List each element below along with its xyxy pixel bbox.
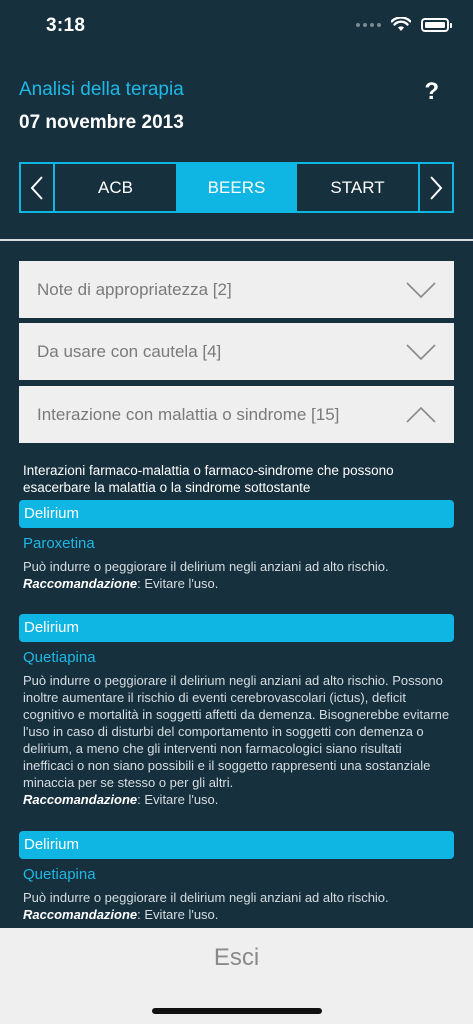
accordion-note-appropriatezza[interactable]: Note di appropriatezza [2] [19, 261, 454, 318]
wifi-icon [391, 17, 411, 31]
accordion-label: Da usare con cautela [4] [37, 341, 222, 361]
recommendation-text: : Evitare l'uso. [137, 907, 219, 922]
recommendation-label: Raccomandazione [23, 792, 138, 807]
page-title: Analisi della terapia [19, 79, 184, 100]
accordion-label: Interazione con malattia o sindrome [15] [37, 404, 340, 424]
drug-name: Quetiapina [23, 866, 96, 883]
chevron-down-icon [406, 281, 436, 298]
next-tab-button[interactable] [418, 164, 452, 211]
status-time: 3:18 [46, 15, 86, 36]
section-description: Interazioni farmaco-malattia o farmaco-s… [23, 463, 394, 495]
exit-button[interactable]: Esci [0, 928, 473, 988]
status-icons [356, 17, 452, 32]
accordion-usare-con-cautela[interactable]: Da usare con cautela [4] [19, 323, 454, 380]
tab-selector: ACB BEERS START [19, 162, 454, 213]
previous-tab-button[interactable] [21, 164, 55, 211]
signal-icon [356, 22, 381, 27]
page-date: 07 novembre 2013 [19, 112, 184, 133]
recommendation: Raccomandazione: Evitare l'uso. [23, 791, 453, 808]
accordion-interazione-malattia[interactable]: Interazione con malattia o sindrome [15] [19, 386, 454, 443]
header-divider [0, 239, 473, 241]
drug-description: Può indurre o peggiorare il delirium neg… [23, 889, 453, 923]
condition-header: Delirium [19, 500, 454, 528]
drug-description: Può indurre o peggiorare il delirium neg… [23, 558, 453, 592]
drug-text: Può indurre o peggiorare il delirium neg… [23, 559, 389, 574]
drug-text: Può indurre o peggiorare il delirium neg… [23, 673, 450, 790]
help-button[interactable]: ? [424, 78, 439, 106]
tab-start[interactable]: START [297, 164, 418, 211]
recommendation: Raccomandazione: Evitare l'uso. [23, 575, 453, 592]
chevron-left-icon [30, 175, 43, 200]
home-indicator [152, 1008, 322, 1014]
recommendation: Raccomandazione: Evitare l'uso. [23, 906, 453, 923]
recommendation-label: Raccomandazione [23, 907, 138, 922]
tab-beers[interactable]: BEERS [176, 164, 297, 211]
tab-acb[interactable]: ACB [55, 164, 176, 211]
recommendation-text: : Evitare l'uso. [137, 792, 219, 807]
drug-description: Può indurre o peggiorare il delirium neg… [23, 672, 453, 808]
status-bar: 3:18 [0, 0, 473, 52]
chevron-right-icon [430, 175, 443, 200]
condition-header: Delirium [19, 614, 454, 642]
recommendation-text: : Evitare l'uso. [137, 576, 219, 591]
battery-icon [421, 17, 452, 32]
chevron-down-icon [406, 343, 436, 360]
chevron-up-icon [406, 406, 436, 423]
condition-header: Delirium [19, 831, 454, 859]
recommendation-label: Raccomandazione [23, 576, 138, 591]
drug-text: Può indurre o peggiorare il delirium neg… [23, 890, 389, 905]
accordion-label: Note di appropriatezza [2] [37, 279, 232, 299]
drug-name: Paroxetina [23, 535, 95, 552]
drug-name: Quetiapina [23, 649, 96, 666]
